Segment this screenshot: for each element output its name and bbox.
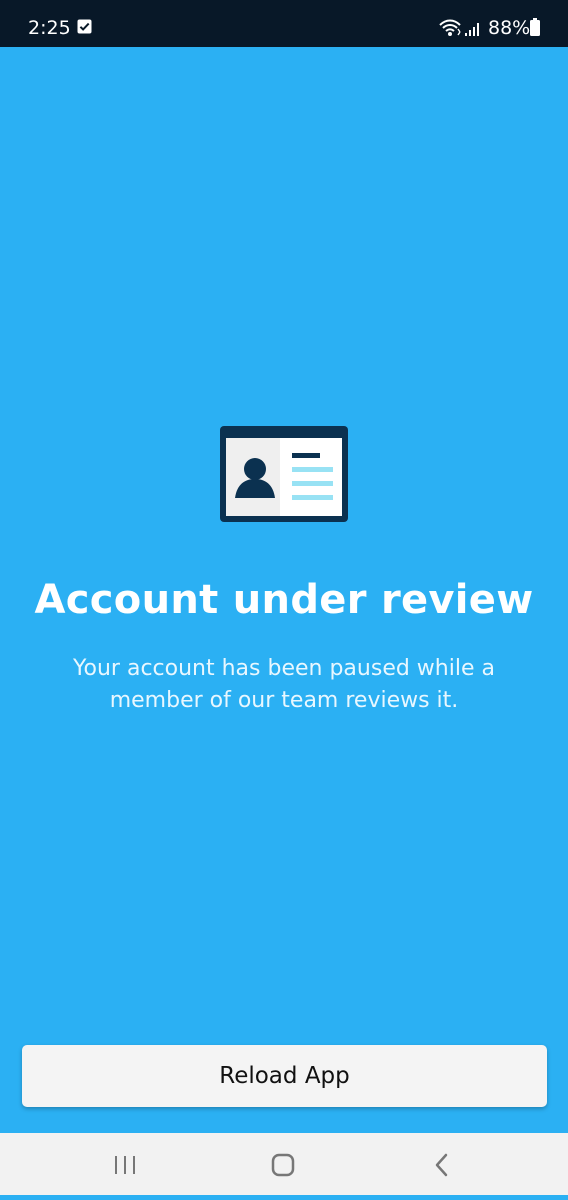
clipboard-check-icon xyxy=(77,19,92,34)
home-icon[interactable] xyxy=(268,1150,298,1180)
recent-apps-icon[interactable] xyxy=(110,1150,140,1180)
page-title: Account under review xyxy=(34,577,534,623)
review-message: Your account has been paused while a mem… xyxy=(73,655,495,713)
battery-percentage: 88% xyxy=(488,17,531,39)
battery-icon xyxy=(530,18,540,36)
signal-icon xyxy=(465,23,479,36)
wifi-icon xyxy=(439,19,461,36)
back-icon[interactable] xyxy=(427,1150,457,1180)
status-time: 2:25 xyxy=(28,17,71,39)
id-card-icon xyxy=(220,426,348,522)
status-bar: 2:25 88% xyxy=(0,0,568,47)
account-review-panel: Account under review Your account has be… xyxy=(0,426,568,717)
reload-app-button[interactable]: Reload App xyxy=(22,1045,547,1107)
system-navigation-bar xyxy=(0,1133,568,1200)
